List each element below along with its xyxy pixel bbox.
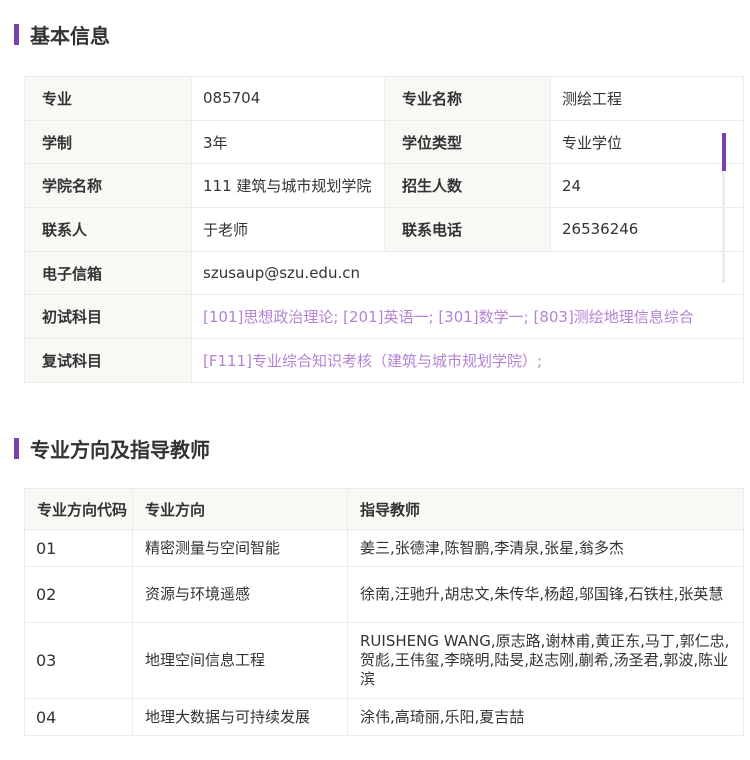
initial-exam-subjects-link[interactable]: [101]思想政治理论; [201]英语一; [301]数学一; [803]测绘… [191,294,744,340]
direction-code: 02 [24,566,133,623]
section-title-text: 专业方向及指导教师 [30,438,210,462]
scrollbar-thumb[interactable] [722,133,726,171]
table-row: 初试科目 [101]思想政治理论; [201]英语一; [301]数学一; [8… [24,294,744,340]
value-enrollment: 24 [550,163,744,209]
value-major-code: 085704 [191,76,385,121]
label-college: 学院名称 [24,163,192,209]
directions-table: 专业方向代码 专业方向 指导教师 01 精密测量与空间智能 姜三,张德津,陈智鹏… [24,488,744,736]
label-contact: 联系人 [24,207,192,252]
direction-advisors: RUISHENG WANG,原志路,谢林甫,黄正东,马丁,郭仁忠,贺彪,王伟玺,… [347,622,744,699]
label-email: 电子信箱 [24,250,192,296]
table-row: 04 地理大数据与可持续发展 涂伟,高琦丽,乐阳,夏吉喆 [24,698,744,736]
direction-advisors: 涂伟,高琦丽,乐阳,夏吉喆 [347,698,744,736]
direction-code: 03 [24,622,133,699]
label-enrollment: 招生人数 [384,163,551,209]
label-major-code: 专业 [24,76,192,121]
table-header-row: 专业方向代码 专业方向 指导教师 [24,488,744,530]
label-major-name: 专业名称 [384,76,551,121]
table-row: 复试科目 [F111]专业综合知识考核（建筑与城市规划学院）; [24,338,744,383]
retest-subjects-link[interactable]: [F111]专业综合知识考核（建筑与城市规划学院）; [191,338,744,383]
label-retest: 复试科目 [24,338,192,383]
direction-code: 01 [24,529,133,567]
direction-name: 地理空间信息工程 [132,622,348,699]
label-degree-type: 学位类型 [384,119,551,165]
table-row: 联系人 于老师 联系电话 26536246 [24,207,744,252]
table-row: 专业 085704 专业名称 测绘工程 [24,76,744,121]
direction-advisors: 徐南,汪驰升,胡忠文,朱传华,杨超,邬国锋,石铁柱,张英慧 [347,566,744,623]
direction-name: 地理大数据与可持续发展 [132,698,348,736]
table-row: 学院名称 111 建筑与城市规划学院 招生人数 24 [24,163,744,209]
value-duration: 3年 [191,119,385,165]
section-accent-bar [14,438,19,459]
table-row: 学制 3年 学位类型 专业学位 [24,119,744,165]
table-row: 02 资源与环境遥感 徐南,汪驰升,胡忠文,朱传华,杨超,邬国锋,石铁柱,张英慧 [24,566,744,623]
value-email: szusaup@szu.edu.cn [191,250,744,296]
direction-code: 04 [24,698,133,736]
basic-info-table: 专业 085704 专业名称 测绘工程 学制 3年 学位类型 专业学位 学院名称… [24,76,744,383]
value-major-name: 测绘工程 [550,76,744,121]
header-direction-name: 专业方向 [132,488,348,530]
section-accent-bar [14,24,19,45]
section-title-basic-info: 基本信息 [14,20,110,49]
value-degree-type: 专业学位 [550,119,744,165]
section-title-text: 基本信息 [30,24,110,48]
value-phone: 26536246 [550,207,744,252]
value-college: 111 建筑与城市规划学院 [191,163,385,209]
direction-advisors: 姜三,张德津,陈智鹏,李清泉,张星,翁多杰 [347,529,744,567]
header-advisors: 指导教师 [347,488,744,530]
value-contact: 于老师 [191,207,385,252]
label-phone: 联系电话 [384,207,551,252]
label-duration: 学制 [24,119,192,165]
label-initial-exam: 初试科目 [24,294,192,340]
direction-name: 资源与环境遥感 [132,566,348,623]
direction-name: 精密测量与空间智能 [132,529,348,567]
table-row: 01 精密测量与空间智能 姜三,张德津,陈智鹏,李清泉,张星,翁多杰 [24,529,744,567]
table-row: 电子信箱 szusaup@szu.edu.cn [24,250,744,296]
section-title-directions: 专业方向及指导教师 [14,434,210,463]
table-row: 03 地理空间信息工程 RUISHENG WANG,原志路,谢林甫,黄正东,马丁… [24,622,744,699]
header-direction-code: 专业方向代码 [24,488,133,530]
